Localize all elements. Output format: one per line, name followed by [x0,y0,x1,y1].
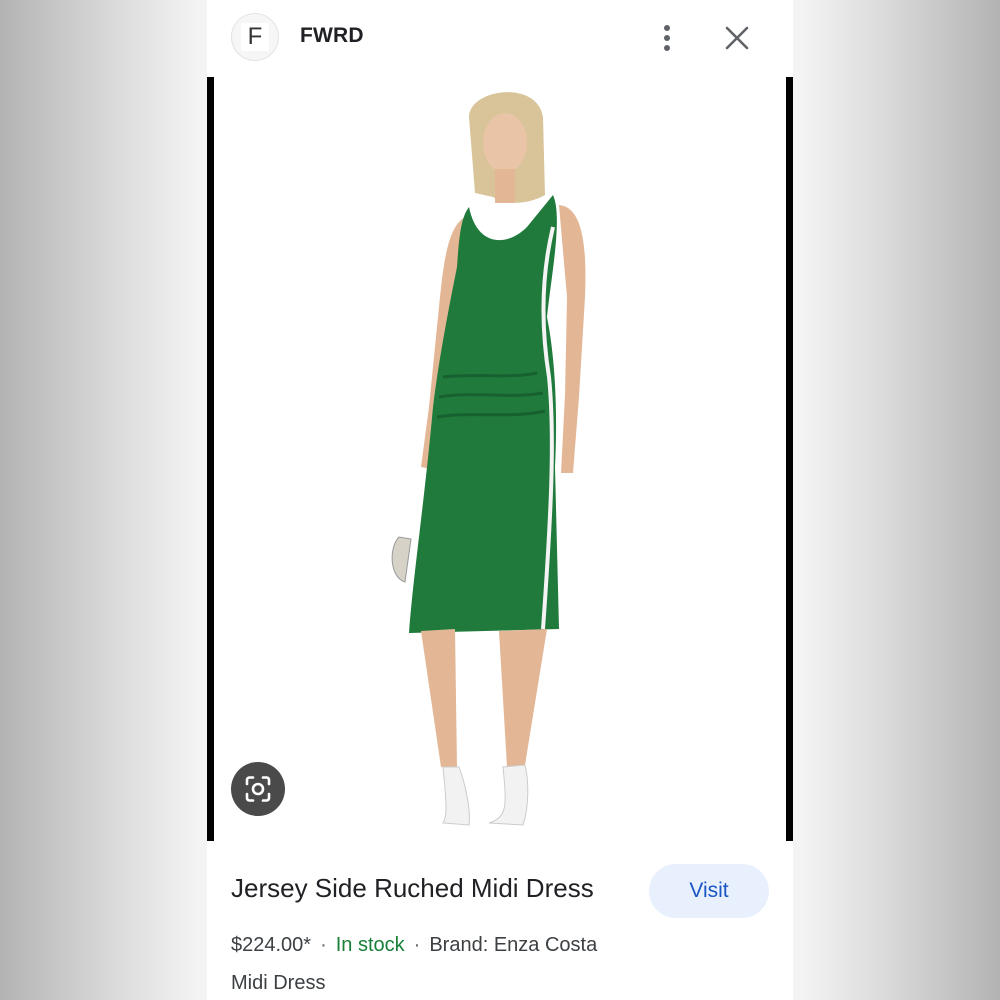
product-image[interactable] [207,77,793,841]
stock-status: In stock [335,934,405,956]
visit-button[interactable]: Visit [649,864,769,918]
product-title[interactable]: Jersey Side Ruched Midi Dress [231,873,594,904]
image-border-right [786,77,793,841]
close-button[interactable] [719,20,755,56]
separator-dot: · [413,934,421,956]
brand-continued: Midi Dress [231,972,326,994]
lens-search-button[interactable] [231,762,285,816]
dress-model-illustration [391,92,586,826]
close-icon [725,26,749,50]
lens-search-icon [245,776,271,802]
site-name[interactable]: FWRD [300,24,364,48]
header: F FWRD [207,0,793,76]
product-meta: $224.00* · In stock · Brand: Enza Costa [231,934,597,957]
product-card: F FWRD Jersey Side Ruched Midi Dress Vis… [207,0,793,1000]
price: $224.00* [231,934,312,956]
more-options-button[interactable] [651,20,683,56]
favicon-letter: F [241,23,269,51]
more-vert-icon [664,25,670,51]
image-border-left [207,77,214,841]
site-favicon[interactable]: F [231,13,279,61]
brand: Brand: Enza Costa [429,934,598,956]
separator-dot: · [320,934,327,956]
